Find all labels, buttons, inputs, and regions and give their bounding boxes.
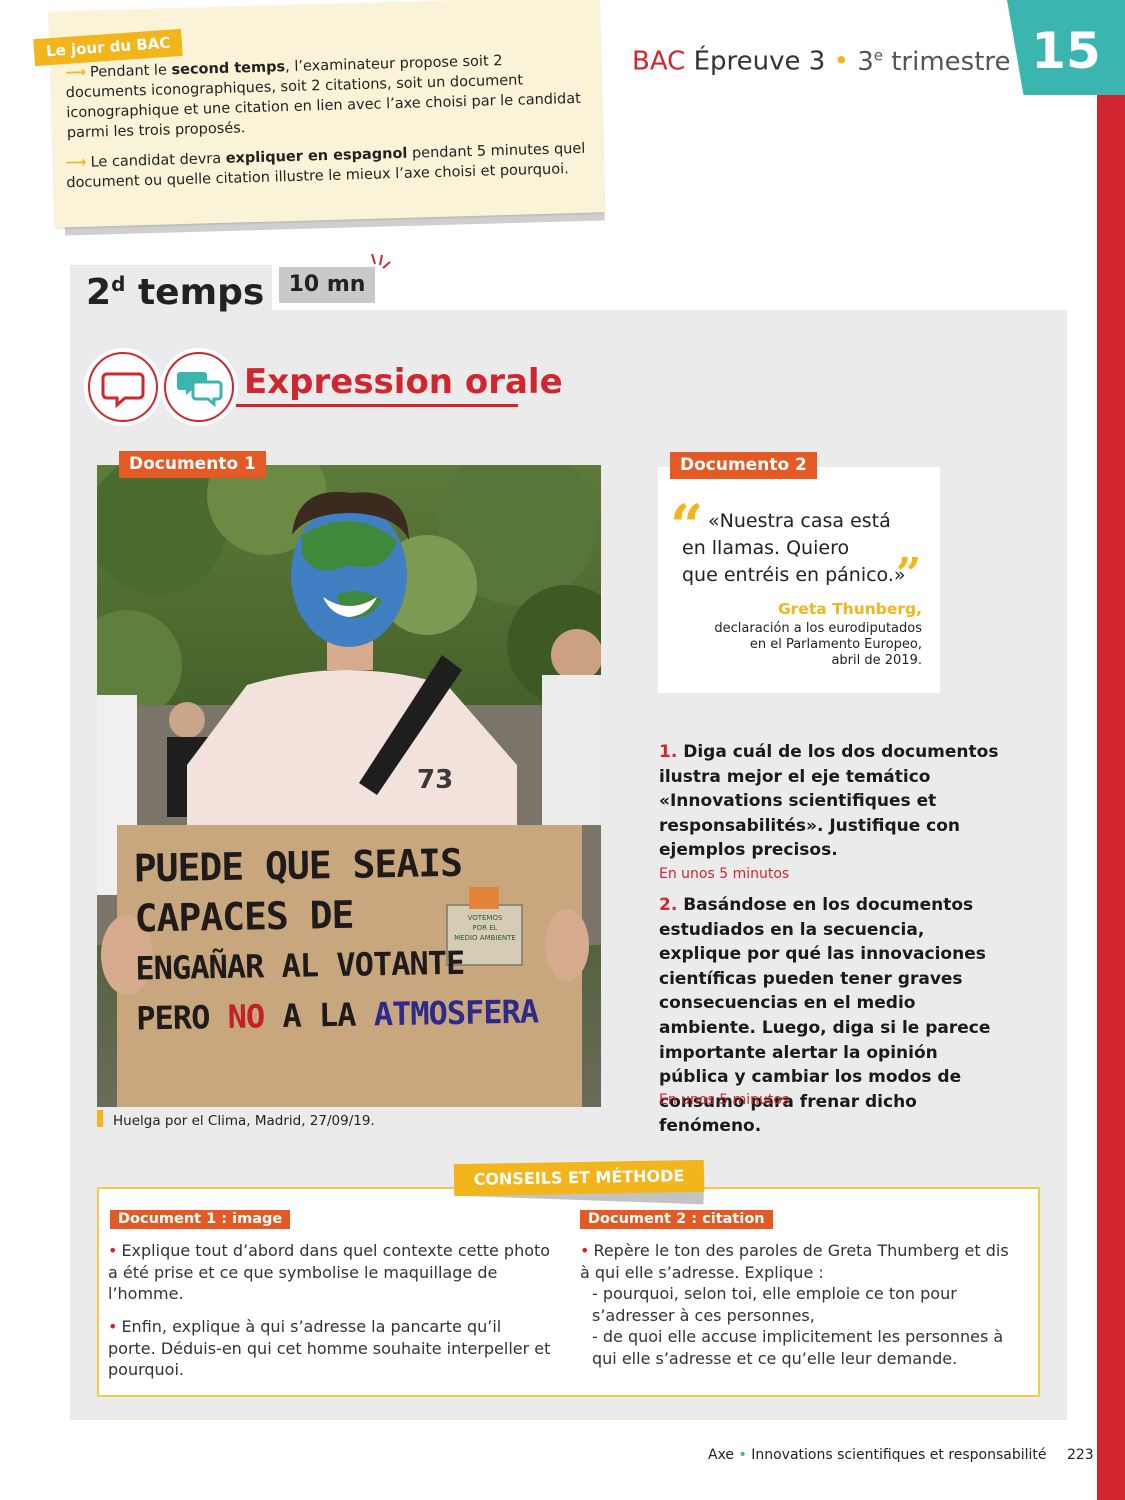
sign-word: PERO bbox=[136, 998, 210, 1038]
quote-author: Greta Thunberg, bbox=[777, 600, 922, 618]
sign-line: ENGAÑAR AL VOTANTE bbox=[135, 943, 465, 988]
sign-word-atmosfera: ATMOSFERA bbox=[373, 992, 539, 1034]
temps-sup: d bbox=[111, 272, 126, 296]
bullet-dot-icon: • bbox=[580, 1241, 590, 1260]
header-epreuve: Épreuve 3 bbox=[693, 46, 826, 77]
timer-tag: 10 mn bbox=[279, 267, 375, 303]
header-separator: • bbox=[833, 46, 849, 77]
sign-line: PUEDE QUE SEAIS bbox=[133, 840, 463, 891]
method-bullet: • Repère le ton des paroles de Greta Thum… bbox=[580, 1240, 1020, 1369]
sign-word-no: NO bbox=[227, 997, 265, 1036]
bullet-text: Repère le ton des paroles de Greta Thumb… bbox=[580, 1241, 1009, 1282]
source-line: abril de 2019. bbox=[831, 653, 922, 668]
sign-word: A LA bbox=[282, 995, 356, 1035]
protest-photo: PUEDE QUE SEAIS CAPACES DE ENGAÑAR AL VO… bbox=[97, 465, 601, 1107]
note-bold: second temps bbox=[171, 59, 286, 79]
question-number: 1. bbox=[659, 742, 678, 762]
temps-num: 2 bbox=[86, 272, 112, 313]
sign-line-last: PERO NO A LA ATMOSFERA bbox=[136, 986, 539, 1043]
ballot-box-text: VOTEMOS POR EL MEDIO AMBIENTE bbox=[453, 913, 517, 943]
section-title: Expression orale bbox=[244, 362, 563, 402]
temps-title: 2d temps bbox=[86, 272, 264, 313]
section-underline bbox=[236, 404, 518, 407]
header-bac: BAC bbox=[632, 46, 686, 77]
footer-axe: Axe bbox=[708, 1447, 735, 1463]
photo-caption: Huelga por el Clima, Madrid, 27/09/19. bbox=[113, 1113, 375, 1129]
chapter-number: 15 bbox=[1031, 22, 1101, 80]
question-1-timing: En unos 5 minutos bbox=[659, 866, 790, 882]
doc1-label: Documento 1 bbox=[119, 451, 266, 478]
method-bullet: • Explique tout d’abord dans quel context… bbox=[108, 1240, 553, 1305]
question-2-timing: En unos 5 minutos bbox=[659, 1092, 790, 1108]
header-title: BAC Épreuve 3 • 3e trimestre bbox=[632, 46, 1011, 77]
trimestre-sup: e bbox=[873, 46, 883, 64]
note-text: Pendant le bbox=[89, 62, 172, 81]
caption-bar bbox=[97, 1110, 103, 1127]
quote-source: declaración a los eurodiputados en el Pa… bbox=[690, 621, 922, 669]
source-line: en el Parlamento Europeo, bbox=[749, 637, 922, 652]
speech-bubble-icon bbox=[88, 352, 158, 422]
dialogue-bubbles-icon bbox=[164, 352, 234, 422]
quote-text: «Nuestra casa está en llamas. Quiero que… bbox=[682, 508, 932, 589]
ballot-line: MEDIO AMBIENTE bbox=[454, 934, 516, 942]
method-label-doc1: Document 1 : image bbox=[110, 1210, 291, 1229]
conseils-title: CONSEILS ET MÉTHODE bbox=[453, 1159, 705, 1197]
bullet-subitem: - pourquoi, selon toi, elle emploie ce t… bbox=[592, 1284, 957, 1325]
trimestre-word: trimestre bbox=[891, 46, 1011, 77]
bullet-dot-icon: • bbox=[108, 1241, 118, 1260]
bullet-dot-icon: • bbox=[108, 1317, 118, 1336]
shirt-number: 73 bbox=[417, 765, 454, 795]
page-number: 223 bbox=[1066, 1447, 1094, 1463]
quote-line: «Nuestra casa está bbox=[708, 510, 891, 532]
bullet-text: Enfin, explique à qui s’adresse la panca… bbox=[108, 1317, 551, 1379]
bac-note-paragraph-1: ⟶ Pendant le second temps, l’examinateur … bbox=[65, 49, 587, 143]
alarm-ticks-icon bbox=[371, 253, 391, 269]
temps-word: temps bbox=[137, 272, 265, 313]
question-1: 1. Diga cuál de los dos documentos ilust… bbox=[659, 740, 999, 863]
note-bold: expliquer en espagnol bbox=[225, 145, 408, 167]
footer-text: Innovations scientifiques et responsabil… bbox=[751, 1447, 1047, 1463]
quote-line: que entréis en pánico.» bbox=[682, 564, 906, 586]
arrow-icon: ⟶ bbox=[65, 154, 87, 172]
method-bullet: • Enfin, explique à qui s’adresse la panc… bbox=[108, 1316, 553, 1381]
page-edge-strip bbox=[1097, 95, 1125, 1500]
quote-line: en llamas. Quiero bbox=[682, 537, 850, 559]
trimestre-num: 3 bbox=[857, 46, 874, 77]
method-label-doc2: Document 2 : citation bbox=[580, 1210, 773, 1229]
bullet-subitem: - de quoi elle accuse implicitement les … bbox=[592, 1327, 1004, 1368]
arrow-icon: ⟶ bbox=[65, 64, 87, 82]
header-trimestre: 3e trimestre bbox=[857, 46, 1011, 77]
footer-separator: • bbox=[738, 1447, 747, 1463]
ballot-line: POR EL bbox=[472, 924, 498, 932]
doc2-label: Documento 2 bbox=[670, 452, 817, 479]
question-number: 2. bbox=[659, 895, 678, 915]
bullet-text: Explique tout d’abord dans quel contexte… bbox=[108, 1241, 551, 1303]
close-quote-icon: ” bbox=[896, 549, 922, 600]
source-line: declaración a los eurodiputados bbox=[714, 621, 922, 636]
question-text: Diga cuál de los dos documentos ilustra … bbox=[659, 742, 999, 861]
note-text: Le candidat devra bbox=[90, 150, 226, 171]
ballot-line: VOTEMOS bbox=[467, 914, 503, 922]
page-footer: Axe • Innovations scientifiques et respo… bbox=[708, 1447, 1094, 1463]
